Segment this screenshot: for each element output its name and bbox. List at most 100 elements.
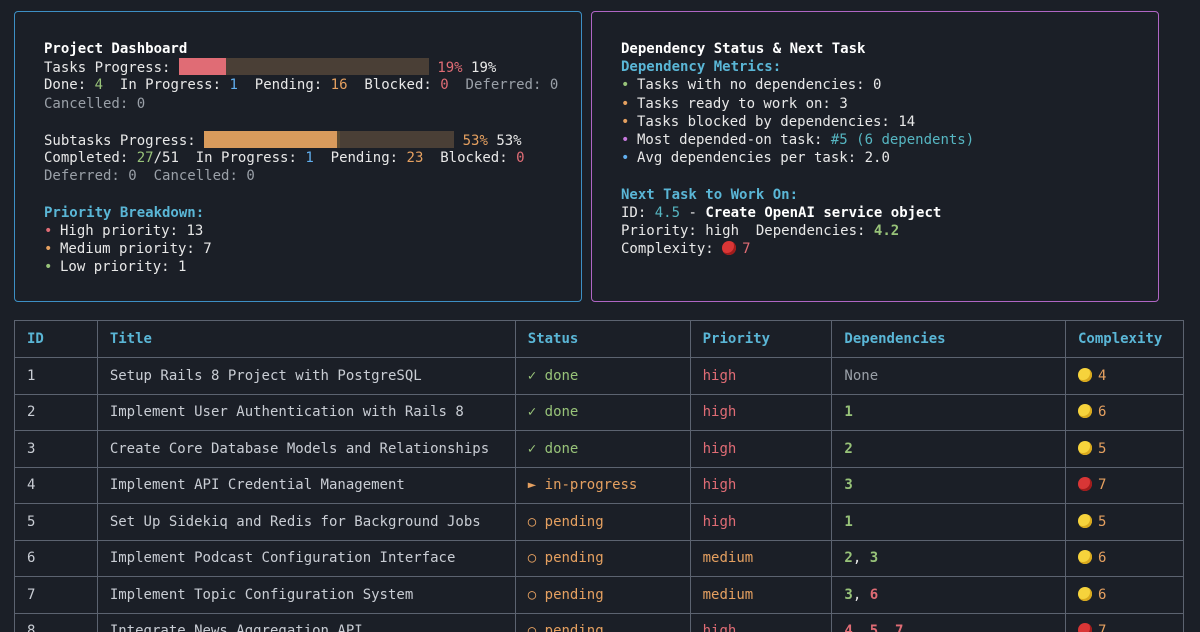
task-status-cell: ○ pending <box>514 539 691 577</box>
status-icon: ○ <box>527 586 537 603</box>
column-header-status[interactable]: Status <box>514 320 691 358</box>
complexity-value: 5 <box>1097 513 1107 530</box>
table-row[interactable]: 2 Implement User Authentication with Rail… <box>14 393 1185 431</box>
subtask-status-counts: Completed: 27/51 In Progress: 1 Pending:… <box>44 150 525 167</box>
subtasks-progress-line: Subtasks Progress: 53% 53% <box>44 130 552 149</box>
sub-pending-count: 23 <box>406 150 424 167</box>
task-status-cell: ✓ done <box>514 357 691 395</box>
task-status-cell: ✓ done <box>514 430 691 468</box>
subtasks-percent: 53% <box>496 132 522 149</box>
bullet-icon: • <box>621 77 630 94</box>
task-status-cell: ✓ done <box>514 393 691 431</box>
task-priority-cell: high <box>689 466 833 504</box>
subtasks-percent-colored: 53% <box>462 132 488 149</box>
status-icon: ✓ <box>527 367 537 384</box>
task-priority-cell: high <box>689 612 833 632</box>
task-priority-cell: high <box>689 393 833 431</box>
yellow-circle-icon <box>1077 550 1092 565</box>
red-circle-icon <box>722 241 737 256</box>
next-task-id: 4.5 <box>654 204 681 221</box>
task-title-cell: Integrate News Aggregation API <box>96 612 516 632</box>
task-id-cell: 2 <box>14 393 98 431</box>
next-task-complexity: 7 <box>742 241 751 258</box>
status-icon: ✓ <box>527 440 537 457</box>
pending-count: 16 <box>330 77 348 94</box>
column-header-dependencies[interactable]: Dependencies <box>831 320 1066 358</box>
task-title-cell: Implement Podcast Configuration Interfac… <box>96 539 516 577</box>
dependency-id: 5 <box>869 623 879 632</box>
sub-deferred-count: 0 <box>128 168 137 185</box>
avg-deps-line: • Avg dependencies per task: 2.0 <box>621 150 890 167</box>
subtasks-progress-fill <box>204 130 337 148</box>
column-header-id[interactable]: ID <box>14 320 98 358</box>
blocked-count: 0 <box>440 77 449 94</box>
task-status-cell: ► in-progress <box>514 466 691 504</box>
dependency-id: 6 <box>869 586 879 603</box>
column-header-title[interactable]: Title <box>96 320 516 358</box>
status-text: done <box>544 367 579 384</box>
tasks-progress-fill <box>178 58 227 76</box>
task-id-cell: 6 <box>14 539 98 577</box>
table-row[interactable]: 5 Set Up Sidekiq and Redis for Background… <box>14 503 1185 541</box>
bullet-icon: • <box>621 150 630 167</box>
table-row[interactable]: 1 Setup Rails 8 Project with PostgreSQL ✓ … <box>14 357 1185 395</box>
no-deps-count: 0 <box>873 77 882 94</box>
tasks-progress-bar <box>178 58 429 76</box>
blocked-deps-count: 14 <box>898 113 916 130</box>
bullet-icon: • <box>621 113 630 130</box>
bullet-icon: • <box>44 241 53 258</box>
tasks-percent: 19% <box>471 60 497 77</box>
next-task-id-line: ID: 4.5 - Create OpenAI service object <box>621 204 942 221</box>
status-text: pending <box>544 550 604 567</box>
table-header-row: ID Title Status Priority Dependencies Co… <box>14 320 1185 358</box>
complexity-value: 6 <box>1097 586 1107 603</box>
task-complexity-cell: 5 <box>1064 503 1185 541</box>
complexity-value: 4 <box>1097 367 1107 384</box>
task-title-cell: Implement User Authentication with Rails… <box>96 393 516 431</box>
task-dependencies-cell: None <box>831 357 1066 395</box>
table-row[interactable]: 6 Implement Podcast Configuration Interfa… <box>14 539 1185 577</box>
task-priority-cell: high <box>689 357 833 395</box>
complexity-value: 6 <box>1097 550 1107 567</box>
task-id-cell: 7 <box>14 576 98 614</box>
task-status-cell: ○ pending <box>514 503 691 541</box>
task-dependencies-cell: 1 <box>831 503 1066 541</box>
table-row[interactable]: 7 Implement Topic Configuration System ○ p… <box>14 576 1185 614</box>
task-title-cell: Implement Topic Configuration System <box>96 576 516 614</box>
sub-blocked-count: 0 <box>516 150 525 167</box>
task-priority-cell: medium <box>689 576 833 614</box>
yellow-circle-icon <box>1077 440 1092 455</box>
table-row[interactable]: 4 Implement API Credential Management ► in… <box>14 466 1185 504</box>
dependency-panel-title: Dependency Status & Next Task <box>621 41 866 57</box>
completed-count: 27 <box>136 150 154 167</box>
task-priority-cell: high <box>689 503 833 541</box>
sub-in-progress-count: 1 <box>305 150 314 167</box>
table-row[interactable]: 8 Integrate News Aggregation API ○ pending… <box>14 612 1185 632</box>
next-task-priority: high <box>705 222 740 239</box>
dependency-id: 7 <box>895 623 904 632</box>
task-complexity-cell: 6 <box>1064 539 1185 577</box>
task-status-cell: ○ pending <box>514 576 691 614</box>
column-header-priority[interactable]: Priority <box>689 320 833 358</box>
task-dependencies-cell: 3 <box>831 466 1066 504</box>
yellow-circle-icon <box>1077 404 1092 419</box>
task-status-counts: Done: 4 In Progress: 1 Pending: 16 Block… <box>44 77 559 94</box>
dependency-id: 2 <box>844 440 853 457</box>
high-priority-count: 13 <box>186 222 204 239</box>
most-depended-task: #5 (6 dependents) <box>830 131 975 148</box>
task-dependencies-cell: 3, 6 <box>831 576 1066 614</box>
next-task-complexity-line: Complexity: 7 <box>621 241 751 258</box>
subtasks-progress-label: Subtasks Progress: <box>44 132 196 149</box>
dependency-status-panel: Dependency Status & Next Task Dependency… <box>591 11 1159 302</box>
tasks-table: ID Title Status Priority Dependencies Co… <box>14 320 1185 632</box>
dashboard-title: Project Dashboard <box>44 41 188 57</box>
dependency-id: 1 <box>844 513 853 530</box>
column-header-complexity[interactable]: Complexity <box>1064 320 1185 358</box>
bullet-icon: • <box>44 222 53 239</box>
status-text: in-progress <box>544 477 638 494</box>
task-dependencies-cell: 4, 5, 7 <box>831 612 1066 632</box>
cancelled-line: Cancelled: 0 <box>44 95 146 112</box>
tasks-progress-line: Tasks Progress: 19% 19% <box>44 58 552 76</box>
table-row[interactable]: 3 Create Core Database Models and Relatio… <box>14 430 1185 468</box>
red-circle-icon <box>1077 623 1092 632</box>
